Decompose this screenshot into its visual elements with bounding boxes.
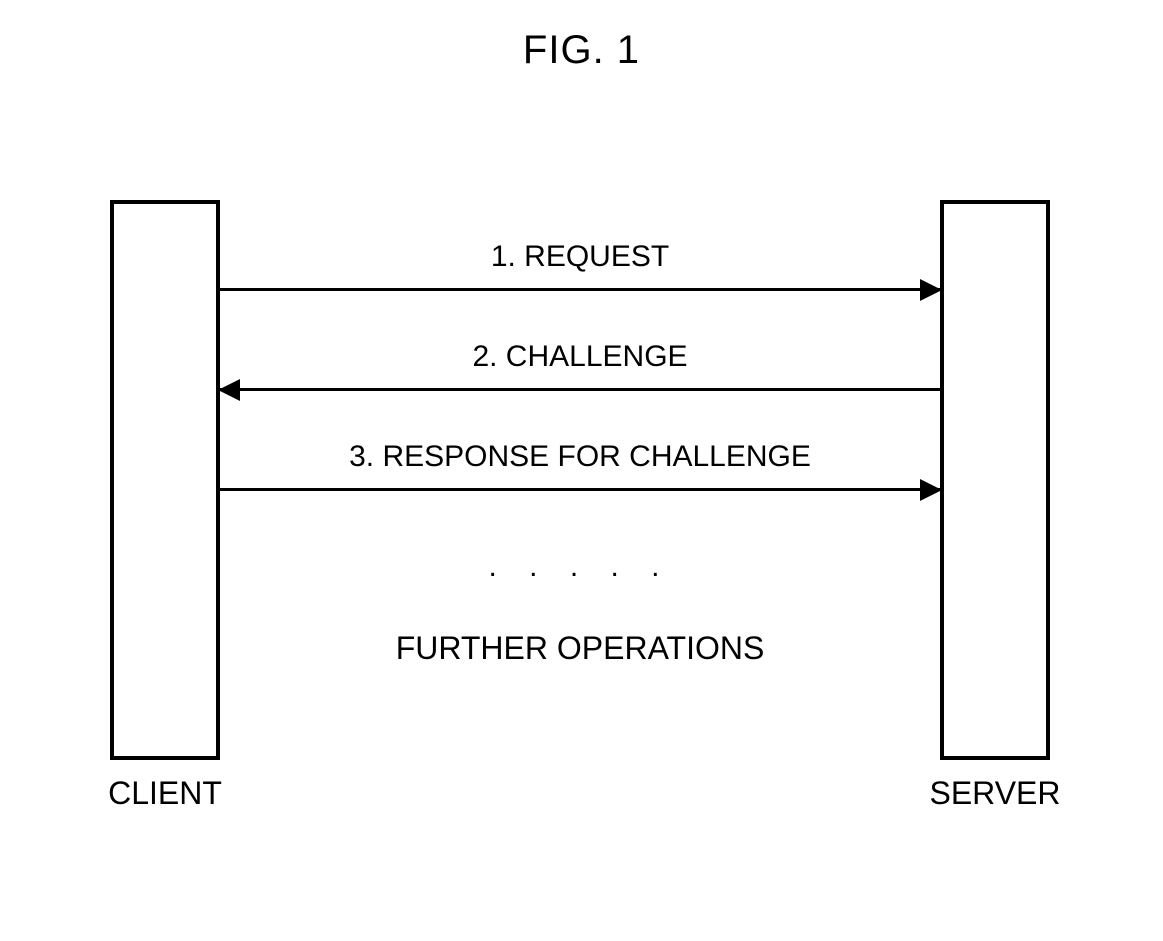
client-label: CLIENT bbox=[65, 775, 265, 812]
sequence-diagram: CLIENT SERVER 1. REQUEST 2. CHALLENGE 3.… bbox=[110, 200, 1050, 900]
message-1-arrow bbox=[220, 288, 940, 291]
message-2-label: 2. CHALLENGE bbox=[220, 340, 940, 374]
server-lifeline bbox=[940, 200, 1050, 760]
client-lifeline bbox=[110, 200, 220, 760]
message-3-label: 3. RESPONSE FOR CHALLENGE bbox=[220, 440, 940, 474]
ellipsis: . . . . . bbox=[220, 550, 940, 584]
message-1-label: 1. REQUEST bbox=[220, 240, 940, 274]
figure-title: FIG. 1 bbox=[0, 28, 1163, 73]
further-operations-label: FURTHER OPERATIONS bbox=[220, 630, 940, 667]
message-2-arrow bbox=[220, 388, 940, 391]
message-3-arrow bbox=[220, 488, 940, 491]
server-label: SERVER bbox=[895, 775, 1095, 812]
